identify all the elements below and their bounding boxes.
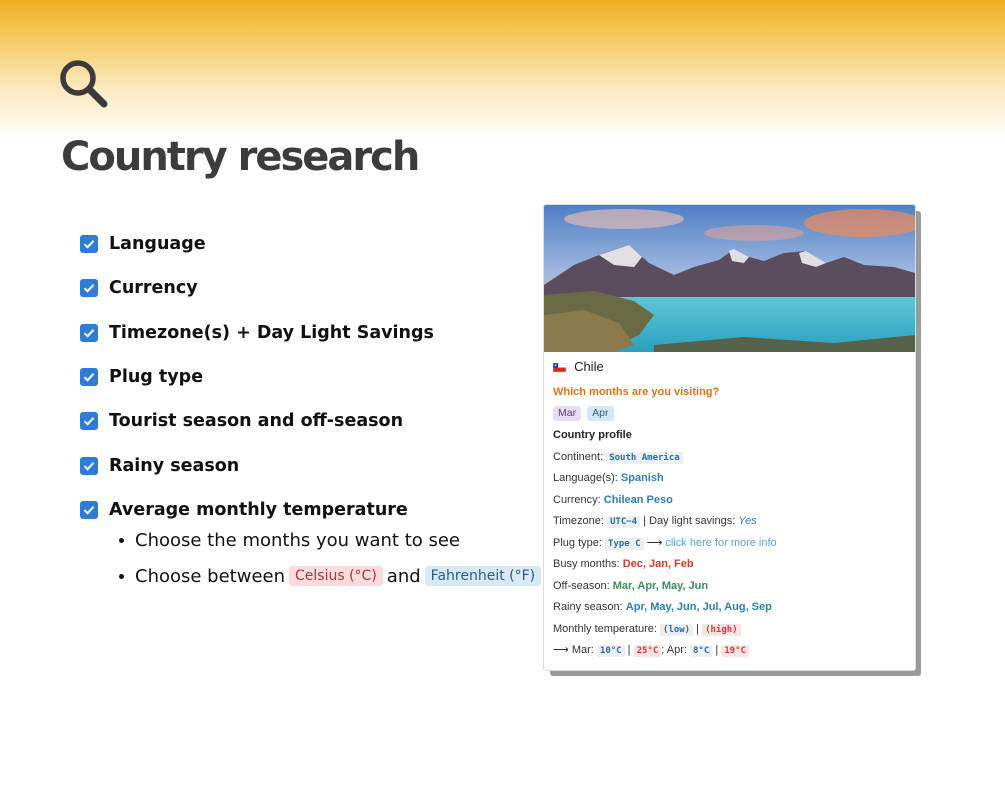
- currency-value: Chilean Peso: [603, 494, 673, 506]
- field-label: Plug type:: [553, 537, 602, 549]
- checklist-item-label: Language: [109, 234, 206, 255]
- temperature-values-row: ⟶ Mar: 10°C | 25°C; Apr: 8°C | 19°C: [553, 643, 749, 658]
- separator: |: [715, 644, 719, 656]
- months-question: Which months are you visiting?: [553, 386, 720, 398]
- country-name: Chile: [574, 359, 604, 374]
- search-icon: [60, 60, 108, 108]
- field-label: Continent:: [553, 451, 604, 463]
- field-label: Monthly temperature:: [553, 623, 657, 635]
- low-tag: (low): [660, 624, 694, 636]
- header-banner: [0, 0, 1005, 140]
- checkbox[interactable]: [80, 279, 98, 298]
- temperature-row: Monthly temperature: (low) | (high): [553, 622, 741, 637]
- bullet-text: and: [386, 565, 421, 587]
- plug-row: Plug type: Type C ⟶ click here for more …: [553, 536, 777, 551]
- checklist-item-tourist-season: Tourist season and off-season: [80, 399, 434, 443]
- arrow-icon: ⟶: [646, 537, 663, 549]
- apr-high-value: 19°C: [721, 645, 749, 657]
- celsius-tag: Celsius (°C): [289, 566, 383, 586]
- country-profile-card[interactable]: Chile Which months are you visiting? Mar…: [543, 204, 916, 671]
- checkbox[interactable]: [80, 368, 98, 387]
- checklist-item-label: Plug type: [109, 367, 204, 388]
- bullet-text: Choose the months you want to see: [135, 529, 461, 551]
- checkmark-icon: [83, 417, 95, 426]
- mar-low-value: 10°C: [596, 645, 625, 657]
- off-season-row: Off-season: Mar, Apr, May, Jun: [553, 579, 708, 593]
- off-season-value: Mar, Apr, May, Jun: [612, 580, 709, 592]
- timezone-value: UTC−4: [607, 516, 641, 528]
- separator: |: [627, 644, 631, 656]
- busy-row: Busy months: Dec, Jan, Feb: [553, 557, 694, 571]
- checkmark-icon: [83, 240, 95, 249]
- arrow-icon: ⟶: [553, 644, 569, 656]
- apr-low-value: 8°C: [690, 645, 713, 657]
- checkmark-icon: [83, 461, 95, 471]
- language-value: Spanish: [620, 472, 664, 484]
- checkbox[interactable]: [80, 500, 98, 519]
- bullet-item: Choose between Celsius (°C) and Fahrenhe…: [118, 558, 545, 594]
- card-country-row: Chile: [553, 360, 604, 375]
- checkmark-icon: [83, 284, 95, 294]
- mar-high-value: 25°C: [633, 645, 662, 657]
- month-tag[interactable]: Apr: [587, 406, 614, 421]
- field-label: Mar:: [571, 644, 594, 656]
- patagonia-landscape-image: [544, 205, 915, 352]
- temperature-sub-bullets: Choose the months you want to see Choose…: [118, 522, 545, 594]
- research-checklist: Language Currency Timezone(s) + Day Ligh…: [80, 222, 434, 532]
- continent-value: South America: [606, 452, 683, 464]
- continent-row: Continent: South America: [553, 450, 683, 465]
- rainy-row: Rainy season: Apr, May, Jun, Jul, Aug, S…: [553, 600, 772, 614]
- bullet-item: Choose the months you want to see: [118, 522, 545, 558]
- currency-row: Currency: Chilean Peso: [553, 493, 673, 507]
- checklist-item-label: Average monthly temperature: [109, 499, 408, 520]
- field-label: Timezone:: [553, 515, 604, 527]
- field-label: Busy months:: [553, 558, 620, 570]
- field-label: ; Apr:: [661, 644, 687, 656]
- timezone-row: Timezone: UTC−4 | Day light savings: Yes: [553, 514, 757, 529]
- checklist-item-plug-type: Plug type: [80, 355, 434, 399]
- chile-flag-icon: [553, 363, 566, 372]
- field-label: Language(s):: [553, 472, 618, 484]
- field-label: Currency:: [553, 494, 601, 506]
- language-row: Language(s): Spanish: [553, 471, 664, 485]
- plug-info-link[interactable]: click here for more info: [665, 537, 776, 549]
- checkbox[interactable]: [80, 235, 98, 254]
- page-title: Country research: [61, 134, 420, 180]
- separator: |: [696, 623, 700, 635]
- checklist-item-currency: Currency: [80, 266, 434, 310]
- checklist-item-language: Language: [80, 222, 434, 266]
- field-label: | Day light savings:: [643, 515, 736, 527]
- bullet-dot: [119, 573, 124, 579]
- checklist-item-label: Rainy season: [109, 455, 240, 476]
- dls-value: Yes: [738, 515, 757, 527]
- month-tag[interactable]: Mar: [553, 406, 582, 421]
- plug-value: Type C: [604, 538, 644, 550]
- bullet-text: Choose between: [135, 565, 286, 587]
- checklist-item-label: Currency: [109, 278, 198, 299]
- field-label: Off-season:: [553, 580, 610, 592]
- section-heading: Country profile: [553, 429, 632, 441]
- checkbox[interactable]: [80, 456, 98, 475]
- checklist-item-rainy-season: Rainy season: [80, 443, 434, 487]
- checkmark-icon: [83, 373, 95, 382]
- checklist-item-label: Tourist season and off-season: [109, 411, 404, 432]
- checkbox[interactable]: [80, 412, 98, 431]
- bullet-dot: [119, 537, 124, 543]
- checkbox[interactable]: [80, 323, 98, 342]
- high-tag: (high): [702, 624, 741, 636]
- field-label: Rainy season:: [553, 601, 623, 613]
- checkmark-icon: [83, 506, 95, 515]
- checklist-item-label: Timezone(s) + Day Light Savings: [109, 322, 434, 343]
- busy-value: Dec, Jan, Feb: [622, 558, 694, 570]
- fahrenheit-tag: Fahrenheit (°F): [424, 566, 542, 586]
- month-tags: Mar Apr: [553, 406, 617, 421]
- checklist-item-timezone: Timezone(s) + Day Light Savings: [80, 311, 434, 355]
- checkmark-icon: [83, 328, 95, 338]
- rainy-value: Apr, May, Jun, Jul, Aug, Sep: [625, 601, 772, 613]
